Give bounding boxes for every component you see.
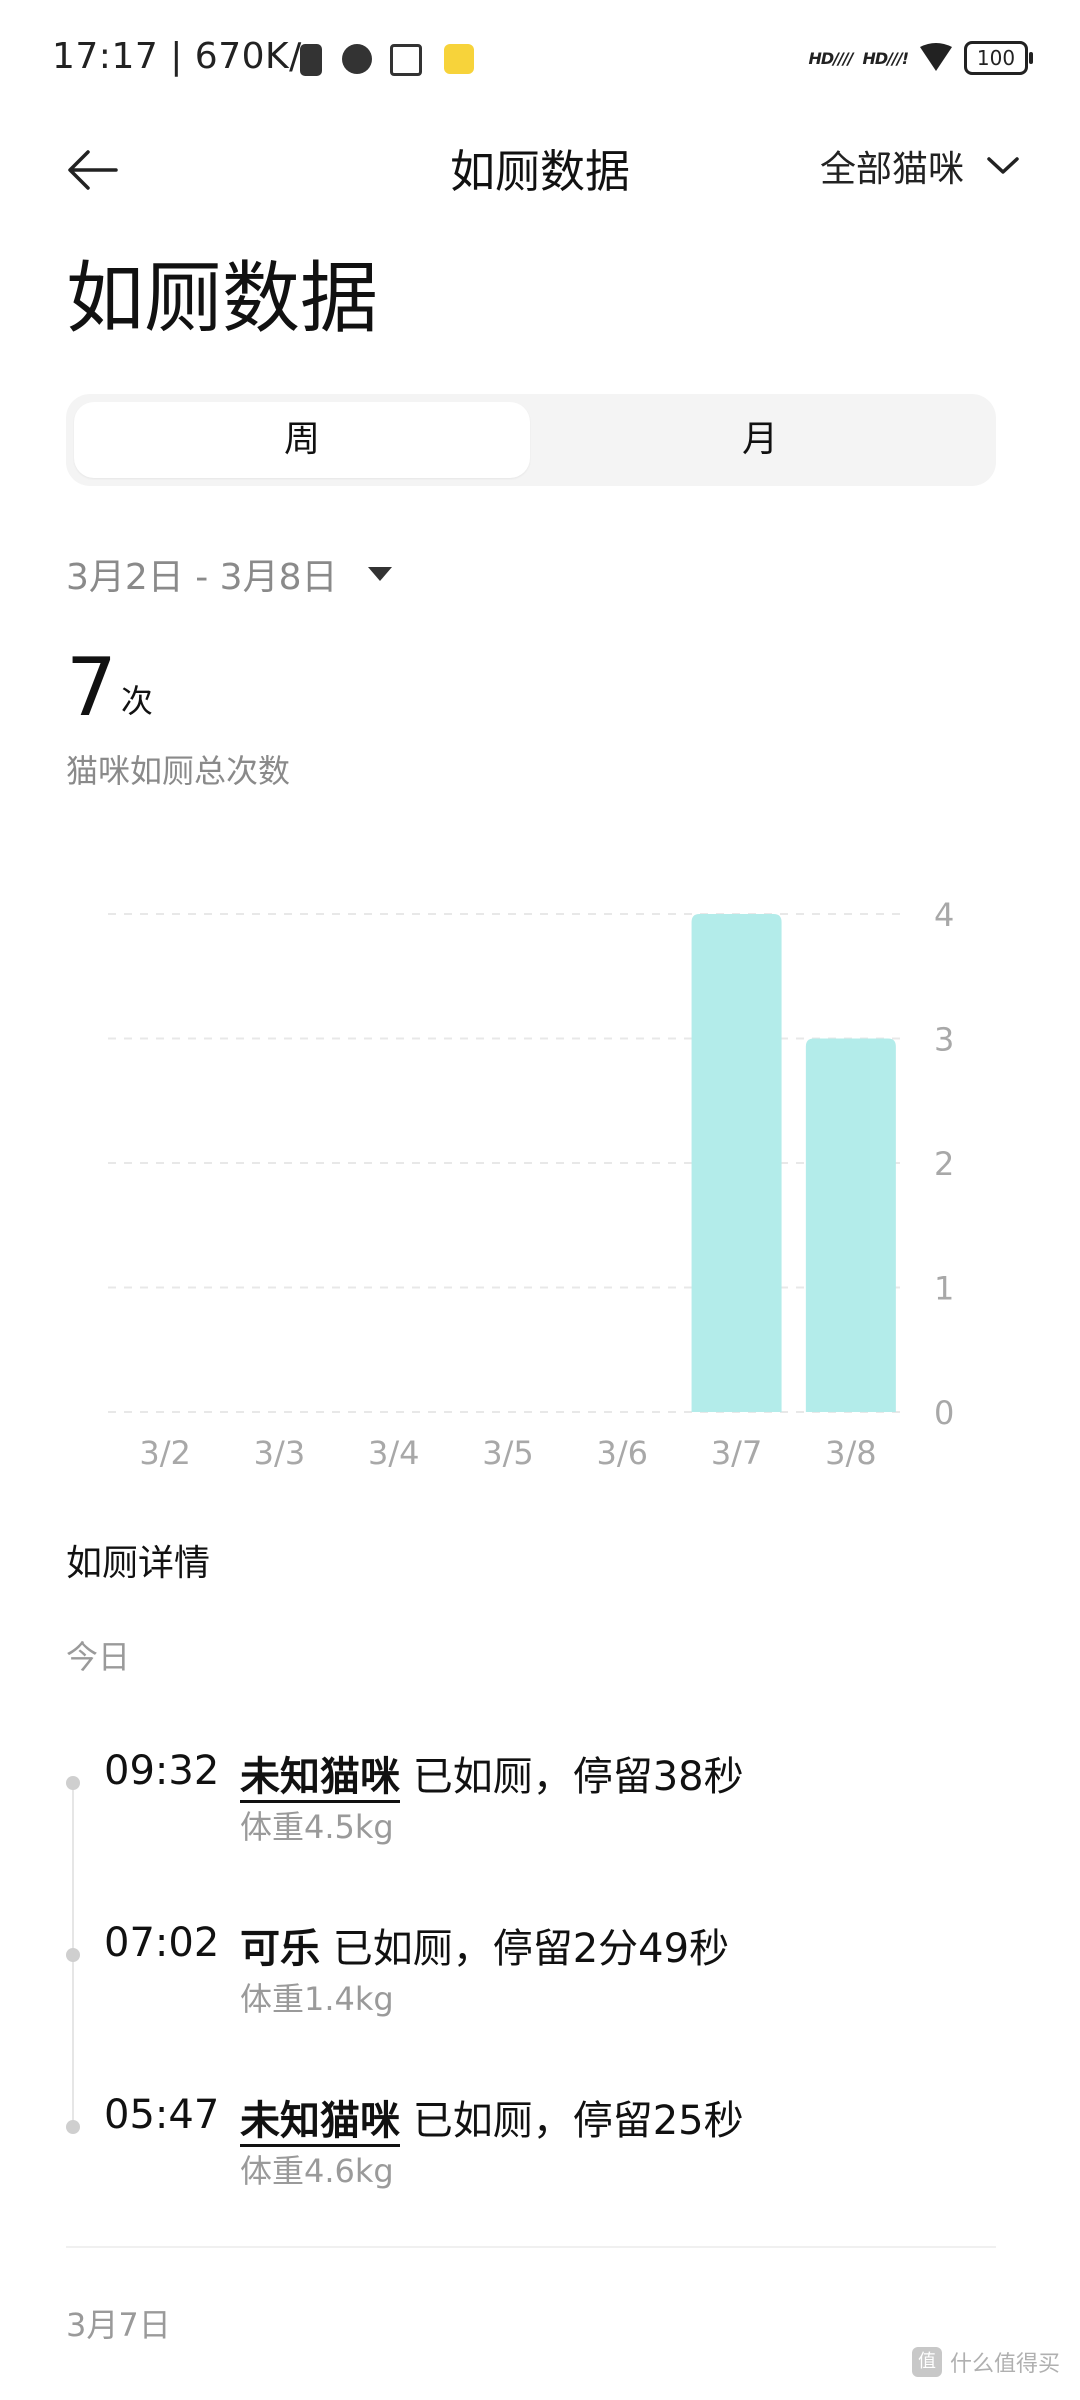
- battery-icon: 100: [964, 41, 1033, 75]
- entry-summary: 可乐 已如厕，停留2分49秒: [240, 1916, 729, 1974]
- status-time-speed: 17:17 | 670K/s: [52, 36, 321, 77]
- entry-weight: 体重4.5kg: [240, 1808, 394, 1846]
- x-tick-label: 3/7: [711, 1434, 763, 1472]
- y-tick-label: 1: [934, 1270, 954, 1308]
- chevron-down-icon: [987, 157, 1019, 174]
- tab-month[interactable]: 月: [532, 402, 988, 478]
- total-count: 7 次: [66, 648, 153, 728]
- weekly-bar-chart: 4 3 2 1 0 3/2 3/3 3/4 3/5 3/6 3/7 3/8: [108, 896, 954, 1472]
- x-tick-label: 3/4: [368, 1434, 420, 1472]
- message-app-icon: [444, 44, 474, 74]
- page-title: 如厕数据: [66, 254, 379, 344]
- nfc-icon: [390, 44, 422, 76]
- divider: [66, 2246, 996, 2248]
- entry-time: 07:02: [104, 1920, 220, 1966]
- entry-time: 05:47: [104, 2092, 220, 2138]
- day-label-prev: 3月7日: [66, 2306, 171, 2344]
- bar-3-7[interactable]: [691, 914, 782, 1412]
- entry-weight: 体重1.4kg: [240, 1980, 394, 2018]
- x-tick-label: 3/8: [825, 1434, 877, 1472]
- hd-signal2-icon: HD///!: [862, 48, 909, 68]
- wifi-icon: [920, 43, 952, 71]
- tab-week[interactable]: 周: [74, 402, 530, 478]
- y-tick-label: 2: [934, 1145, 954, 1183]
- y-tick-label: 3: [934, 1021, 954, 1059]
- entry-cat-name[interactable]: 未知猫咪: [240, 1754, 400, 1800]
- entry-summary: 未知猫咪 已如厕，停留25秒: [240, 2088, 744, 2146]
- entry-action: 已如厕，停留2分49秒: [332, 1926, 730, 1972]
- hd-signal-icon: HD////: [808, 48, 853, 68]
- y-tick-label: 4: [934, 896, 954, 934]
- date-range-label: 3月2日 - 3月8日: [66, 557, 338, 598]
- compass-icon: [342, 44, 372, 74]
- entry-weight: 体重4.6kg: [240, 2152, 394, 2190]
- x-tick-label: 3/3: [254, 1434, 306, 1472]
- entry-cat-name[interactable]: 可乐: [240, 1926, 320, 1972]
- timeline-dot: [66, 1776, 80, 1790]
- bar-3-8[interactable]: [805, 1038, 896, 1413]
- watermark: 值 什么值得买: [911, 2346, 1060, 2378]
- total-count-unit: 次: [120, 682, 153, 720]
- status-right: HD//// HD///! 100: [808, 40, 1033, 76]
- status-time: 17:17: [52, 36, 159, 77]
- total-count-label: 猫咪如厕总次数: [66, 752, 291, 790]
- cat-filter-label: 全部猫咪: [819, 149, 964, 190]
- status-bar: 17:17 | 670K/s HD//// HD///! 100: [0, 0, 1080, 120]
- timeline-dot: [66, 2120, 80, 2134]
- watermark-text: 什么值得买: [949, 2352, 1060, 2377]
- entry-action: 已如厕，停留25秒: [412, 2098, 744, 2144]
- entry-time: 09:32: [104, 1748, 220, 1794]
- cat-filter-dropdown[interactable]: 全部猫咪: [820, 140, 1020, 192]
- x-tick-label: 3/2: [139, 1434, 191, 1472]
- x-tick-label: 3/5: [482, 1434, 534, 1472]
- caret-down-icon: [367, 567, 392, 581]
- date-range-selector[interactable]: 3月2日 - 3月8日: [66, 548, 392, 600]
- period-segmented-control: 周 月: [66, 394, 996, 486]
- watermark-logo-icon: 值: [911, 2347, 942, 2377]
- app-notification-icon: [300, 44, 322, 76]
- details-title: 如厕详情: [66, 1543, 211, 1584]
- entry-action: 已如厕，停留38秒: [412, 1754, 744, 1800]
- status-separator: |: [170, 36, 183, 77]
- timeline-dot: [66, 1948, 80, 1962]
- entry-summary: 未知猫咪 已如厕，停留38秒: [240, 1744, 744, 1802]
- x-tick-label: 3/6: [597, 1434, 649, 1472]
- day-label-today: 今日: [66, 1638, 131, 1676]
- y-tick-label: 0: [934, 1394, 954, 1432]
- entry-cat-name[interactable]: 未知猫咪: [240, 2098, 400, 2144]
- total-count-value: 7: [66, 641, 117, 734]
